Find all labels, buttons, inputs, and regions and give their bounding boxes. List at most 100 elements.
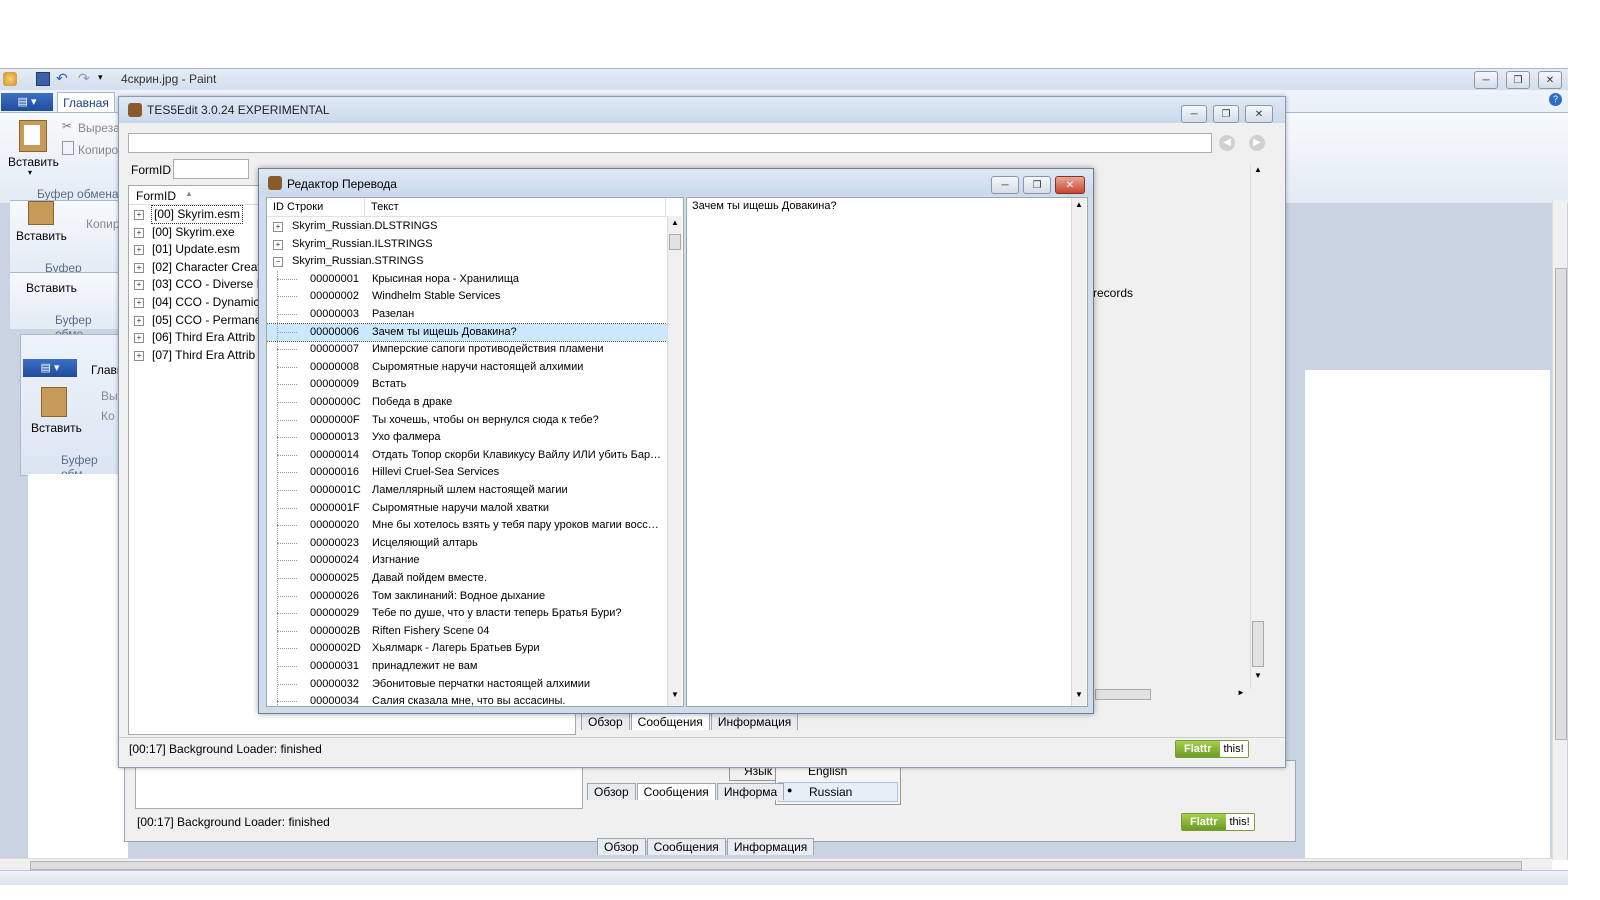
undo-icon[interactable]: ↶ <box>56 70 68 87</box>
expand-icon[interactable]: + <box>134 298 144 308</box>
paint-minimize-button[interactable]: ─ <box>1474 71 1498 89</box>
string-row[interactable]: 00000008 Сыромятные наручи настоящей алхи… <box>267 359 667 376</box>
scroll-thumb[interactable] <box>1555 268 1567 740</box>
dialog-minimize-button[interactable]: ─ <box>991 176 1019 194</box>
tab-info[interactable]: Информация <box>710 713 799 730</box>
string-row[interactable]: 00000034 Салия сказала мне, что вы ассаси… <box>267 693 667 706</box>
string-row[interactable]: 00000014 Отдать Топор скорби Клавикусу Ва… <box>267 447 667 464</box>
column-text-header[interactable]: Текст <box>371 201 399 213</box>
tab-messages[interactable]: Сообщения <box>636 783 716 800</box>
forward-nav-icon[interactable]: ▶ <box>1249 135 1265 151</box>
copy-button[interactable]: Копиро <box>78 143 118 157</box>
dialog-maximize-button[interactable]: ❐ <box>1023 176 1051 194</box>
records-hscroll[interactable]: ► <box>1095 687 1245 701</box>
scroll-right-icon[interactable]: ► <box>1237 688 1245 697</box>
paste-icon[interactable] <box>28 201 54 225</box>
scroll-up-icon[interactable]: ▲ <box>671 218 679 227</box>
back-nav-icon[interactable]: ◀ <box>1219 135 1235 151</box>
paint-right-canvas[interactable] <box>1305 370 1550 860</box>
tab-info[interactable]: Информация <box>726 838 815 855</box>
string-row[interactable]: 00000006 Зачем ты ищешь Довакина? <box>267 322 668 342</box>
save-icon[interactable] <box>36 72 50 86</box>
tes5edit-close-button[interactable]: ✕ <box>1245 105 1273 123</box>
tab-overview[interactable]: Обзор <box>597 838 646 855</box>
redo-icon[interactable]: ↷ <box>78 70 90 87</box>
scroll-up-icon[interactable]: ▲ <box>1254 165 1262 174</box>
tes5edit-maximize-button[interactable]: ❐ <box>1213 105 1239 123</box>
string-row[interactable]: 0000001C Ламеллярный шлем настоящей магии <box>267 482 667 499</box>
scroll-down-icon[interactable]: ▼ <box>671 690 679 699</box>
paint-menu-button[interactable]: ▤ ▾ <box>1 93 53 111</box>
string-row[interactable]: 0000001F Сыромятные наручи малой хватки <box>267 500 667 517</box>
paint-close-button[interactable]: ✕ <box>1538 71 1562 89</box>
string-row[interactable]: 00000031 принадлежит не вам <box>267 658 667 675</box>
scroll-up-icon[interactable]: ▲ <box>1075 200 1083 209</box>
tab-messages[interactable]: Сообщения <box>646 838 726 855</box>
collapse-icon[interactable]: − <box>273 257 283 268</box>
tab-overview[interactable]: Обзор <box>581 713 630 730</box>
paste-button[interactable]: Вставить <box>26 281 77 295</box>
string-row[interactable]: 00000009 Встать <box>267 376 667 393</box>
paste-icon[interactable] <box>19 120 47 152</box>
string-row[interactable]: 00000032 Эбонитовые перчатки настоящей ал… <box>267 676 667 693</box>
cut-button[interactable]: Вы <box>101 389 118 403</box>
scroll-thumb[interactable] <box>1252 621 1264 667</box>
tab-info[interactable]: Информа <box>716 783 785 800</box>
expand-icon[interactable]: + <box>273 222 283 232</box>
paste-dropdown-icon[interactable]: ▾ <box>28 168 32 177</box>
cut-button[interactable]: Выреза <box>78 121 120 135</box>
string-row[interactable]: 00000003 Разелан <box>267 306 667 323</box>
string-row[interactable]: 0000000C Победа в драке <box>267 394 667 411</box>
translation-preview[interactable]: Зачем ты ищешь Довакина? ▲ ▼ <box>686 197 1088 707</box>
tab-overview[interactable]: Обзор <box>587 783 636 800</box>
help-icon[interactable]: ? <box>1549 93 1562 106</box>
paste-button[interactable]: Вставить <box>31 421 82 435</box>
string-row[interactable]: 00000002 Windhelm Stable Services <box>267 288 667 305</box>
scroll-thumb[interactable] <box>1095 689 1151 700</box>
paint-canvas[interactable] <box>28 474 128 860</box>
dialog-close-button[interactable]: ✕ <box>1055 176 1085 194</box>
string-row[interactable]: 00000016 Hillevi Cruel-Sea Services <box>267 464 667 481</box>
string-row[interactable]: 00000013 Ухо фалмера <box>267 429 667 446</box>
path-input[interactable] <box>128 133 1212 153</box>
copy-button[interactable]: Ко <box>101 409 115 423</box>
string-group[interactable]: + Skyrim_Russian.ILSTRINGS <box>267 236 667 253</box>
scroll-down-icon[interactable]: ▼ <box>1075 690 1083 699</box>
paint-vertical-scrollbar[interactable] <box>1552 200 1567 860</box>
string-row[interactable]: 00000023 Исцеляющий алтарь <box>267 535 667 552</box>
string-row[interactable]: 00000020 Мне бы хотелось взять у тебя пар… <box>267 517 667 534</box>
strings-scrollbar[interactable]: ▲ ▼ <box>667 216 682 706</box>
paint-app-icon[interactable] <box>3 72 17 86</box>
scroll-thumb[interactable] <box>30 861 1522 870</box>
string-row[interactable]: 0000000F Ты хочешь, чтобы он вернулся сюд… <box>267 412 667 429</box>
qat-dropdown-icon[interactable]: ▾ <box>98 72 103 83</box>
string-group[interactable]: + Skyrim_Russian.DLSTRINGS <box>267 218 667 235</box>
string-row[interactable]: 00000001 Крысиная нора - Хранилища <box>267 271 667 288</box>
records-scrollbar[interactable]: ▲ ▼ <box>1250 165 1265 689</box>
string-row[interactable]: 00000029 Тебе по душе, что у власти тепер… <box>267 605 667 622</box>
expand-icon[interactable]: + <box>134 245 144 256</box>
menu-item-russian-row[interactable]: ● Russian <box>778 782 898 802</box>
string-row[interactable]: 0000002B Riften Fishery Scene 04 <box>267 623 667 640</box>
expand-icon[interactable]: + <box>134 350 144 361</box>
string-row[interactable]: 00000026 Том заклинаний: Водное дыхание <box>267 588 667 605</box>
paint-maximize-button[interactable]: ❐ <box>1506 71 1530 89</box>
scroll-thumb[interactable] <box>669 234 681 250</box>
column-id-header[interactable]: ID Строки <box>273 201 323 213</box>
paint-menu-button[interactable]: ▤ ▾ <box>23 359 77 377</box>
copy-icon[interactable] <box>62 141 74 155</box>
paste-button[interactable]: Вставить <box>16 229 67 243</box>
preview-scrollbar[interactable]: ▲ ▼ <box>1071 198 1086 706</box>
string-group[interactable]: − Skyrim_Russian.STRINGS <box>267 253 667 270</box>
tab-messages[interactable]: Сообщения <box>630 713 710 730</box>
formid-input[interactable] <box>173 159 249 179</box>
expand-icon[interactable]: + <box>134 315 144 326</box>
tes5edit-minimize-button[interactable]: ─ <box>1181 105 1207 123</box>
string-row[interactable]: 00000025 Давай пойдем вместе. <box>267 570 667 587</box>
ribbon-tab-home[interactable]: Главная <box>57 92 115 113</box>
back-flattr-button[interactable]: Flattr this! <box>1181 813 1255 831</box>
string-row[interactable]: 00000024 Изгнание <box>267 552 667 569</box>
paste-button[interactable]: Вставить <box>8 155 59 169</box>
expand-icon[interactable]: + <box>134 262 144 273</box>
scroll-down-icon[interactable]: ▼ <box>1254 671 1262 680</box>
